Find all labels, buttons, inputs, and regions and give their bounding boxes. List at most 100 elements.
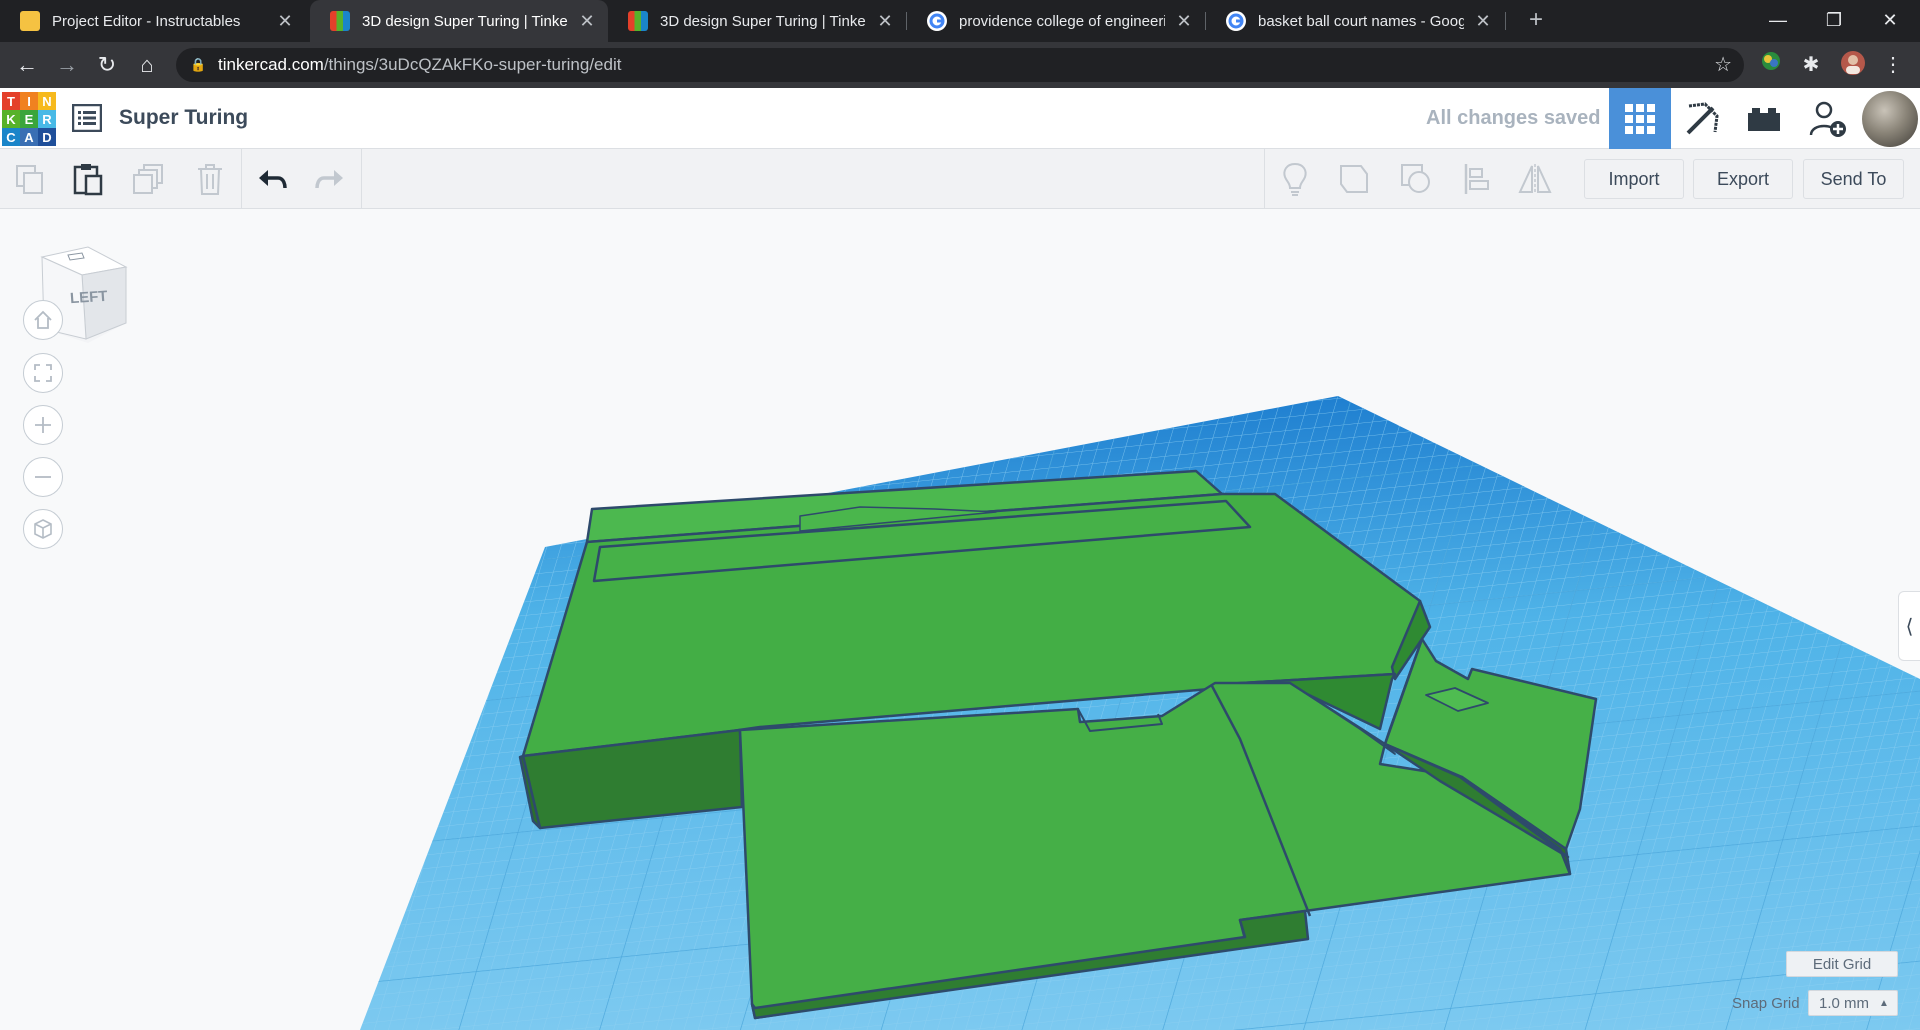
perspective-toggle-button[interactable] (23, 509, 63, 549)
app-header: T I N K E R C A D Super Turing All chang… (0, 88, 1920, 149)
puzzle-extensions-icon[interactable]: ✱ (1796, 50, 1826, 80)
redo-icon (315, 170, 343, 189)
trash-icon (198, 164, 222, 195)
home-icon (34, 310, 52, 329)
snap-grid-label: Snap Grid (1732, 995, 1800, 1012)
tinkercad-logo[interactable]: T I N K E R C A D (2, 92, 56, 146)
logo-letter: N (38, 92, 56, 110)
tinkercad-icon (628, 11, 648, 31)
zoom-out-button[interactable] (23, 457, 63, 497)
3d-scene[interactable] (0, 209, 1920, 1030)
logo-letter: D (38, 128, 56, 146)
close-icon[interactable]: ✕ (876, 11, 894, 32)
ungroup-button[interactable] (1398, 161, 1434, 197)
undo-button[interactable] (254, 161, 290, 197)
redo-button[interactable] (312, 161, 348, 197)
tab-separator (1505, 12, 1506, 30)
restore-button[interactable]: ❐ (1806, 0, 1862, 42)
forward-arrow-icon[interactable]: → (52, 50, 82, 80)
browser-tab-google-search[interactable]: providence college of engineering ✕ (907, 0, 1205, 42)
close-icon[interactable]: ✕ (276, 11, 294, 32)
tab-title: 3D design Super Turing | Tinkercad (660, 12, 866, 30)
align-icon (1464, 164, 1489, 194)
export-button[interactable]: Export (1693, 159, 1793, 199)
minimize-button[interactable]: — (1750, 0, 1806, 42)
design-title[interactable]: Super Turing (119, 106, 248, 130)
toolbar-divider (361, 149, 362, 209)
import-button[interactable]: Import (1584, 159, 1684, 199)
address-bar[interactable]: 🔒 tinkercad.com/things/3uDcQZAkFKo-super… (176, 48, 1744, 82)
save-status: All changes saved (1426, 107, 1601, 129)
paste-button[interactable] (70, 161, 106, 197)
extension-icon[interactable] (1756, 50, 1786, 80)
browser-tab-google-search[interactable]: basket ball court names - Google ✕ (1206, 0, 1504, 42)
view-cube-face-label: LEFT (69, 287, 109, 308)
edit-toolbar: Import Export Send To (0, 149, 1920, 209)
home-icon[interactable]: ⌂ (132, 50, 162, 80)
instructables-icon (20, 11, 40, 31)
close-window-button[interactable]: ✕ (1862, 0, 1918, 42)
delete-button[interactable] (192, 161, 228, 197)
brick-icon (1748, 107, 1780, 131)
minecraft-button[interactable] (1671, 88, 1733, 149)
browser-tab-instructables[interactable]: Project Editor - Instructables ✕ (0, 0, 306, 42)
snap-grid-select[interactable]: 1.0 mm ▲ (1808, 990, 1898, 1016)
logo-letter: E (20, 110, 38, 128)
panel-collapse-chevron-icon[interactable]: ⟨ (1898, 591, 1920, 661)
cube-icon (34, 519, 52, 539)
tinkercad-icon (330, 11, 350, 31)
bricks-button[interactable] (1733, 88, 1795, 149)
grid-view-icon (1625, 103, 1655, 134)
fit-icon (34, 364, 52, 382)
duplicate-button[interactable] (131, 161, 167, 197)
browser-toolbar: ← → ↻ ⌂ 🔒 tinkercad.com/things/3uDcQZAkF… (0, 42, 1920, 88)
align-button[interactable] (1459, 161, 1495, 197)
new-tab-button[interactable]: + (1522, 6, 1550, 34)
tab-title: Project Editor - Instructables (52, 12, 241, 30)
profile-avatar-icon[interactable] (1838, 50, 1868, 80)
notes-button[interactable] (1277, 161, 1313, 197)
snap-grid-value: 1.0 mm (1819, 994, 1870, 1012)
logo-letter: T (2, 92, 20, 110)
invite-user-button[interactable] (1797, 88, 1859, 149)
zoom-in-button[interactable] (23, 405, 63, 445)
bookmark-star-icon[interactable]: ☆ (1714, 52, 1732, 77)
home-view-button[interactable] (23, 300, 63, 340)
send-to-button[interactable]: Send To (1803, 159, 1904, 199)
design-list-icon[interactable] (71, 103, 103, 133)
close-icon[interactable]: ✕ (578, 11, 596, 32)
reload-icon[interactable]: ↻ (92, 50, 122, 80)
google-icon (1226, 11, 1246, 31)
workplane-canvas[interactable]: LEFT ⟨ Edit Grid Snap Grid 1.0 mm ▲ (0, 209, 1920, 1030)
group-button[interactable] (1336, 161, 1372, 197)
browser-tab-bar: Project Editor - Instructables ✕ 3D desi… (0, 0, 1920, 42)
url-text: tinkercad.com/things/3uDcQZAkFKo-super-t… (218, 55, 622, 74)
toolbar-divider (1264, 149, 1265, 209)
copy-button[interactable] (12, 161, 48, 197)
logo-letter: C (2, 128, 20, 146)
tab-title: providence college of engineering (959, 12, 1165, 30)
3d-view-button[interactable] (1609, 88, 1671, 149)
user-avatar[interactable] (1862, 91, 1918, 147)
kebab-menu-icon[interactable]: ⋮ (1878, 50, 1908, 80)
plus-icon (35, 417, 51, 433)
back-arrow-icon[interactable]: ← (12, 50, 42, 80)
group-icon (1340, 165, 1368, 193)
add-user-icon (1809, 101, 1846, 137)
mirror-icon (1518, 164, 1552, 194)
lock-icon: 🔒 (190, 57, 207, 72)
google-icon (927, 11, 947, 31)
browser-tab-tinkercad-active[interactable]: 3D design Super Turing | Tinkercad ✕ (310, 0, 608, 42)
minus-icon (35, 476, 51, 478)
browser-tab-tinkercad[interactable]: 3D design Super Turing | Tinkercad ✕ (608, 0, 906, 42)
fit-view-button[interactable] (23, 353, 63, 393)
close-icon[interactable]: ✕ (1175, 11, 1193, 32)
copy-icon (16, 165, 43, 194)
lightbulb-icon (1283, 162, 1307, 196)
close-icon[interactable]: ✕ (1474, 11, 1492, 32)
pickaxe-icon (1686, 101, 1719, 134)
undo-icon (259, 170, 287, 189)
edit-grid-button[interactable]: Edit Grid (1786, 951, 1898, 977)
mirror-button[interactable] (1517, 161, 1553, 197)
logo-letter: I (20, 92, 38, 110)
